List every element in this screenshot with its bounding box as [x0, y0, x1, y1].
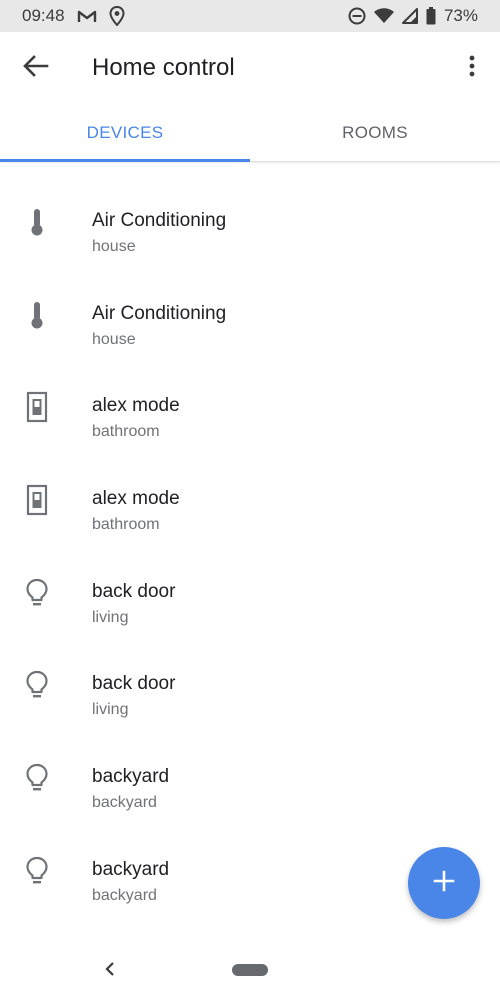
status-bar: 09:48 73%	[0, 0, 500, 32]
device-name: Air Conditioning	[92, 210, 227, 231]
arrow-back-icon	[23, 54, 49, 82]
system-nav-bar	[0, 945, 500, 1000]
device-room: backyard	[92, 794, 157, 812]
device-name: back door	[92, 673, 176, 695]
list-item[interactable]: back door living	[0, 639, 500, 732]
location-icon	[109, 6, 125, 26]
lightbulb-icon	[22, 758, 52, 798]
status-time: 09:48	[22, 6, 65, 25]
battery-icon	[426, 7, 436, 25]
system-back-button[interactable]	[100, 959, 120, 983]
wifi-icon	[373, 8, 394, 24]
do-not-disturb-icon	[348, 7, 366, 25]
device-name: back door	[92, 580, 176, 602]
device-name: backyard	[92, 766, 170, 788]
list-item[interactable]: Air Conditioning house	[0, 176, 500, 269]
list-item[interactable]: backyard backyard	[0, 732, 500, 825]
device-room: backyard	[92, 886, 157, 904]
device-name: alex mode	[92, 395, 180, 417]
more-options-button[interactable]	[460, 52, 484, 84]
tab-bar: DEVICES ROOMS	[0, 104, 500, 162]
add-device-button[interactable]	[408, 847, 480, 919]
more-vert-icon	[469, 55, 475, 82]
app-bar: Home control	[0, 32, 500, 104]
gmail-icon	[77, 9, 97, 23]
device-room: bathroom	[92, 423, 160, 441]
list-item[interactable]: alex mode bathroom	[0, 454, 500, 547]
list-item[interactable]: Air Conditioning house	[0, 269, 500, 362]
system-home-pill[interactable]	[232, 964, 268, 976]
back-button[interactable]	[20, 52, 52, 84]
device-name: alex mode	[92, 488, 180, 510]
lightbulb-icon	[22, 573, 52, 613]
device-room: living	[92, 608, 129, 626]
device-room: bathroom	[92, 516, 160, 534]
thermometer-icon	[22, 202, 52, 242]
switch-icon	[22, 387, 52, 427]
device-room: house	[92, 330, 136, 348]
thermometer-icon	[22, 295, 52, 335]
lightbulb-icon	[22, 851, 52, 891]
signal-icon	[401, 8, 418, 24]
lightbulb-icon	[22, 665, 52, 705]
device-name: Air Conditioning	[92, 302, 227, 324]
tab-rooms[interactable]: ROOMS	[250, 104, 500, 161]
list-item[interactable]: back door living	[0, 547, 500, 640]
chevron-left-icon	[104, 961, 116, 982]
device-list: Air Conditioning house Air Conditioning …	[0, 176, 500, 918]
battery-percent: 73%	[443, 6, 478, 25]
device-room: living	[92, 701, 129, 719]
add-icon	[433, 870, 455, 897]
tab-devices[interactable]: DEVICES	[0, 104, 250, 162]
device-room: house	[92, 238, 136, 255]
page-title: Home control	[92, 54, 235, 81]
switch-icon	[22, 480, 52, 520]
device-name: backyard	[92, 858, 170, 880]
list-item[interactable]: alex mode bathroom	[0, 361, 500, 454]
